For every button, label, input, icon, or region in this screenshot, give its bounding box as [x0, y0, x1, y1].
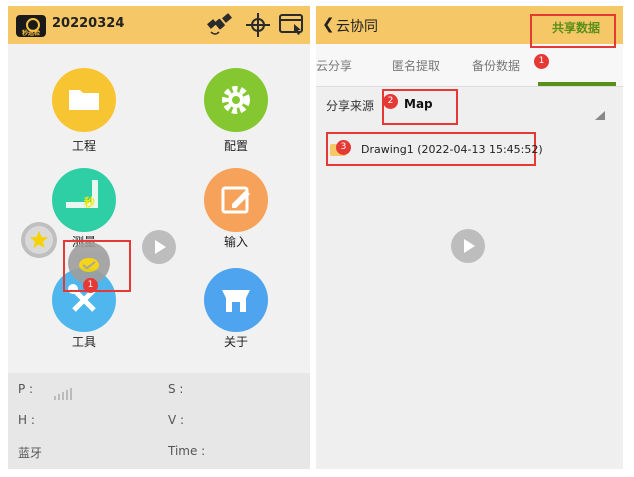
step-badge: 1 [83, 278, 98, 293]
app-logo: 秒巡检 [16, 15, 46, 37]
project-label: 工程 [71, 139, 96, 153]
config-button[interactable] [204, 68, 268, 132]
tab-cloud-share[interactable]: 云分享 [316, 57, 352, 74]
play-icon [464, 239, 475, 253]
measure-icon: 秒 [66, 180, 98, 209]
config-label: 配置 [223, 139, 248, 153]
chevron-left-icon[interactable]: ❮ [322, 15, 335, 33]
time-label: Time : [168, 444, 206, 458]
s-label: S : [168, 382, 184, 396]
play-button-right[interactable] [451, 229, 485, 263]
step-badge-3: 3 [336, 140, 351, 155]
measure-button[interactable]: 秒 [52, 168, 116, 232]
status-panel: P : S : H : V : 蓝牙 Time : [8, 373, 310, 469]
v-label: V : [168, 413, 185, 427]
project-name: 20220324 [52, 16, 125, 31]
source-label: 分享来源 [326, 99, 375, 113]
play-icon [155, 240, 166, 254]
tab-backup-data[interactable]: 备份数据 [472, 57, 520, 74]
page-title: 云协同 [336, 19, 378, 35]
project-button[interactable] [52, 68, 116, 132]
satellite-icon[interactable] [205, 12, 233, 38]
play-button[interactable] [142, 230, 176, 264]
folder-icon [69, 90, 99, 110]
svg-text:秒: 秒 [84, 195, 95, 209]
h-label: H : [18, 413, 35, 427]
tools-label: 工具 [71, 335, 96, 349]
about-icon [222, 290, 250, 312]
bluetooth-label: 蓝牙 [18, 446, 43, 460]
screen-touch-icon[interactable] [278, 12, 306, 38]
left-screen: 秒巡检 20220324 工程 配置 秒 输入 工具 关于 1 P: S: … [8, 6, 310, 469]
file-name: Drawing1 (2022-04-13 15:45:52) [361, 143, 543, 156]
about-button[interactable] [204, 268, 268, 332]
signal-icon [54, 385, 72, 404]
tab-anonymous-fetch[interactable]: 匿名提取 [392, 57, 440, 74]
p-label: P : [18, 382, 34, 396]
left-header: 秒巡检 20220324 [8, 6, 310, 44]
tab-shared-data-label: 共享数据 [552, 21, 601, 35]
step-badge-1: 1 [534, 54, 549, 69]
favorite-float-button[interactable] [21, 222, 57, 258]
input-button[interactable] [204, 168, 268, 232]
input-label: 输入 [223, 235, 248, 249]
right-screen: ❮ 云协同 云分享 匿名提取 备份数据 共享数据 1 分享来源 2 Map 3 … [316, 6, 623, 469]
about-label: 关于 [223, 335, 248, 349]
step-badge-2: 2 [383, 94, 398, 109]
edit-icon [221, 186, 250, 214]
tab-indicator [538, 82, 616, 86]
star-icon [30, 231, 48, 248]
crosshair-icon[interactable] [244, 12, 272, 38]
source-value: Map [404, 97, 433, 111]
dropdown-arrow-icon[interactable] [595, 105, 605, 124]
gear-icon [222, 86, 250, 114]
tab-bar: 云分享 匿名提取 备份数据 [316, 44, 623, 87]
